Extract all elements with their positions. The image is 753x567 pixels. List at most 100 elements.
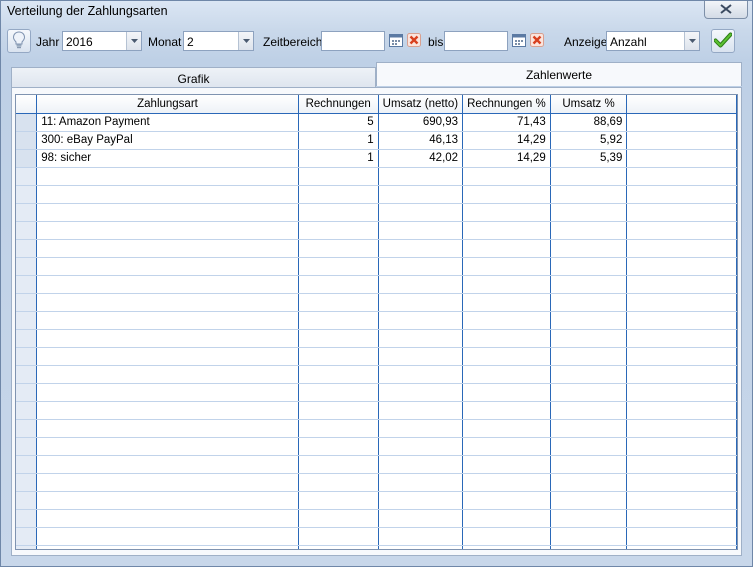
- empty-cell: [378, 293, 464, 312]
- calendar-from-button[interactable]: [388, 33, 404, 49]
- empty-cell: [36, 527, 299, 546]
- row-selector[interactable]: [16, 221, 38, 240]
- table-row-empty[interactable]: [16, 293, 737, 312]
- tab-panel: Zahlungsart Rechnungen Umsatz (netto) Re…: [11, 87, 742, 556]
- column-header-zahlungsart[interactable]: Zahlungsart: [36, 95, 299, 114]
- table-row-empty[interactable]: [16, 437, 737, 456]
- clear-from-button[interactable]: [406, 32, 422, 50]
- row-selector[interactable]: [16, 545, 38, 549]
- monat-select[interactable]: 2: [183, 31, 254, 51]
- close-button[interactable]: [704, 1, 748, 19]
- tab-grafik[interactable]: Grafik: [11, 67, 376, 89]
- row-selector[interactable]: [16, 203, 38, 222]
- table-row-empty[interactable]: [16, 311, 737, 330]
- row-selector[interactable]: [16, 239, 38, 258]
- toolbar: Jahr 2016 Monat 2 Zeitbereich bis Anzeig…: [5, 27, 748, 57]
- row-selector[interactable]: [16, 383, 38, 402]
- empty-cell: [298, 221, 379, 240]
- table-row-empty[interactable]: [16, 383, 737, 402]
- row-selector[interactable]: [16, 419, 38, 438]
- row-selector[interactable]: [16, 347, 38, 366]
- table-row-empty[interactable]: [16, 347, 737, 366]
- cell-umsatz-netto: 46,13: [378, 131, 464, 150]
- column-header-rechnungen[interactable]: Rechnungen: [298, 95, 379, 114]
- table-row-empty[interactable]: [16, 491, 737, 510]
- chevron-down-icon[interactable]: [126, 32, 141, 50]
- table-row-empty[interactable]: [16, 203, 737, 222]
- row-selector[interactable]: [16, 185, 38, 204]
- table-row-empty[interactable]: [16, 545, 737, 549]
- tab-zahlenwerte[interactable]: Zahlenwerte: [376, 62, 742, 86]
- table-row-empty[interactable]: [16, 455, 737, 474]
- zeitbereich-from-input[interactable]: [321, 31, 385, 51]
- empty-cell: [626, 167, 737, 186]
- table-row-empty[interactable]: [16, 167, 737, 186]
- row-selector[interactable]: [16, 257, 38, 276]
- table-row-empty[interactable]: [16, 221, 737, 240]
- anzeige-select[interactable]: Anzahl: [606, 31, 700, 51]
- data-grid[interactable]: Zahlungsart Rechnungen Umsatz (netto) Re…: [15, 94, 738, 550]
- empty-cell: [550, 275, 628, 294]
- table-row-empty[interactable]: [16, 473, 737, 492]
- table-row[interactable]: 98: sicher 1 42,02 14,29 5,39: [16, 149, 737, 168]
- empty-cell: [378, 167, 464, 186]
- row-selector[interactable]: [16, 365, 38, 384]
- table-row-empty[interactable]: [16, 509, 737, 528]
- row-selector[interactable]: [16, 167, 38, 186]
- empty-cell: [462, 203, 551, 222]
- row-selector[interactable]: [16, 509, 38, 528]
- chevron-down-icon[interactable]: [684, 32, 699, 50]
- zeitbereich-to-input[interactable]: [444, 31, 508, 51]
- empty-cell: [36, 257, 299, 276]
- table-row-empty[interactable]: [16, 185, 737, 204]
- table-row-empty[interactable]: [16, 257, 737, 276]
- empty-cell: [378, 545, 464, 549]
- empty-cell: [462, 275, 551, 294]
- cell-umsatz-prozent: 88,69: [550, 113, 628, 132]
- column-header-umsatz-prozent[interactable]: Umsatz %: [550, 95, 628, 114]
- hint-button[interactable]: [7, 29, 31, 53]
- row-selector[interactable]: [16, 131, 38, 150]
- empty-cell: [298, 455, 379, 474]
- table-row[interactable]: 11: Amazon Payment 5 690,93 71,43 88,69: [16, 113, 737, 132]
- column-header-umsatz-netto[interactable]: Umsatz (netto): [378, 95, 464, 114]
- clear-x-icon: [407, 32, 421, 50]
- table-row-empty[interactable]: [16, 527, 737, 546]
- chevron-down-icon[interactable]: [238, 32, 253, 50]
- table-row-empty[interactable]: [16, 365, 737, 384]
- empty-cell: [298, 437, 379, 456]
- row-selector[interactable]: [16, 491, 38, 510]
- row-selector[interactable]: [16, 473, 38, 492]
- row-selector[interactable]: [16, 401, 38, 420]
- empty-cell: [298, 545, 379, 549]
- column-header-rechnungen-prozent[interactable]: Rechnungen %: [462, 95, 551, 114]
- empty-cell: [378, 419, 464, 438]
- empty-cell: [36, 203, 299, 222]
- calendar-to-button[interactable]: [511, 33, 527, 49]
- empty-cell: [298, 203, 379, 222]
- row-selector[interactable]: [16, 455, 38, 474]
- empty-cell: [36, 455, 299, 474]
- ok-button[interactable]: [711, 29, 735, 53]
- row-selector[interactable]: [16, 527, 38, 546]
- row-selector[interactable]: [16, 311, 38, 330]
- table-row-empty[interactable]: [16, 401, 737, 420]
- row-selector[interactable]: [16, 113, 38, 132]
- column-header-empty: [626, 95, 737, 114]
- row-selector-header[interactable]: [16, 95, 38, 114]
- empty-cell: [462, 293, 551, 312]
- table-row-empty[interactable]: [16, 275, 737, 294]
- close-icon: [720, 3, 732, 17]
- row-selector[interactable]: [16, 275, 38, 294]
- row-selector[interactable]: [16, 329, 38, 348]
- row-selector[interactable]: [16, 149, 38, 168]
- table-row-empty[interactable]: [16, 419, 737, 438]
- row-selector[interactable]: [16, 293, 38, 312]
- table-row[interactable]: 300: eBay PayPal 1 46,13 14,29 5,92: [16, 131, 737, 150]
- bis-label: bis: [428, 35, 444, 49]
- clear-to-button[interactable]: [529, 32, 545, 49]
- table-row-empty[interactable]: [16, 329, 737, 348]
- jahr-select[interactable]: 2016: [62, 31, 142, 51]
- row-selector[interactable]: [16, 437, 38, 456]
- table-row-empty[interactable]: [16, 239, 737, 258]
